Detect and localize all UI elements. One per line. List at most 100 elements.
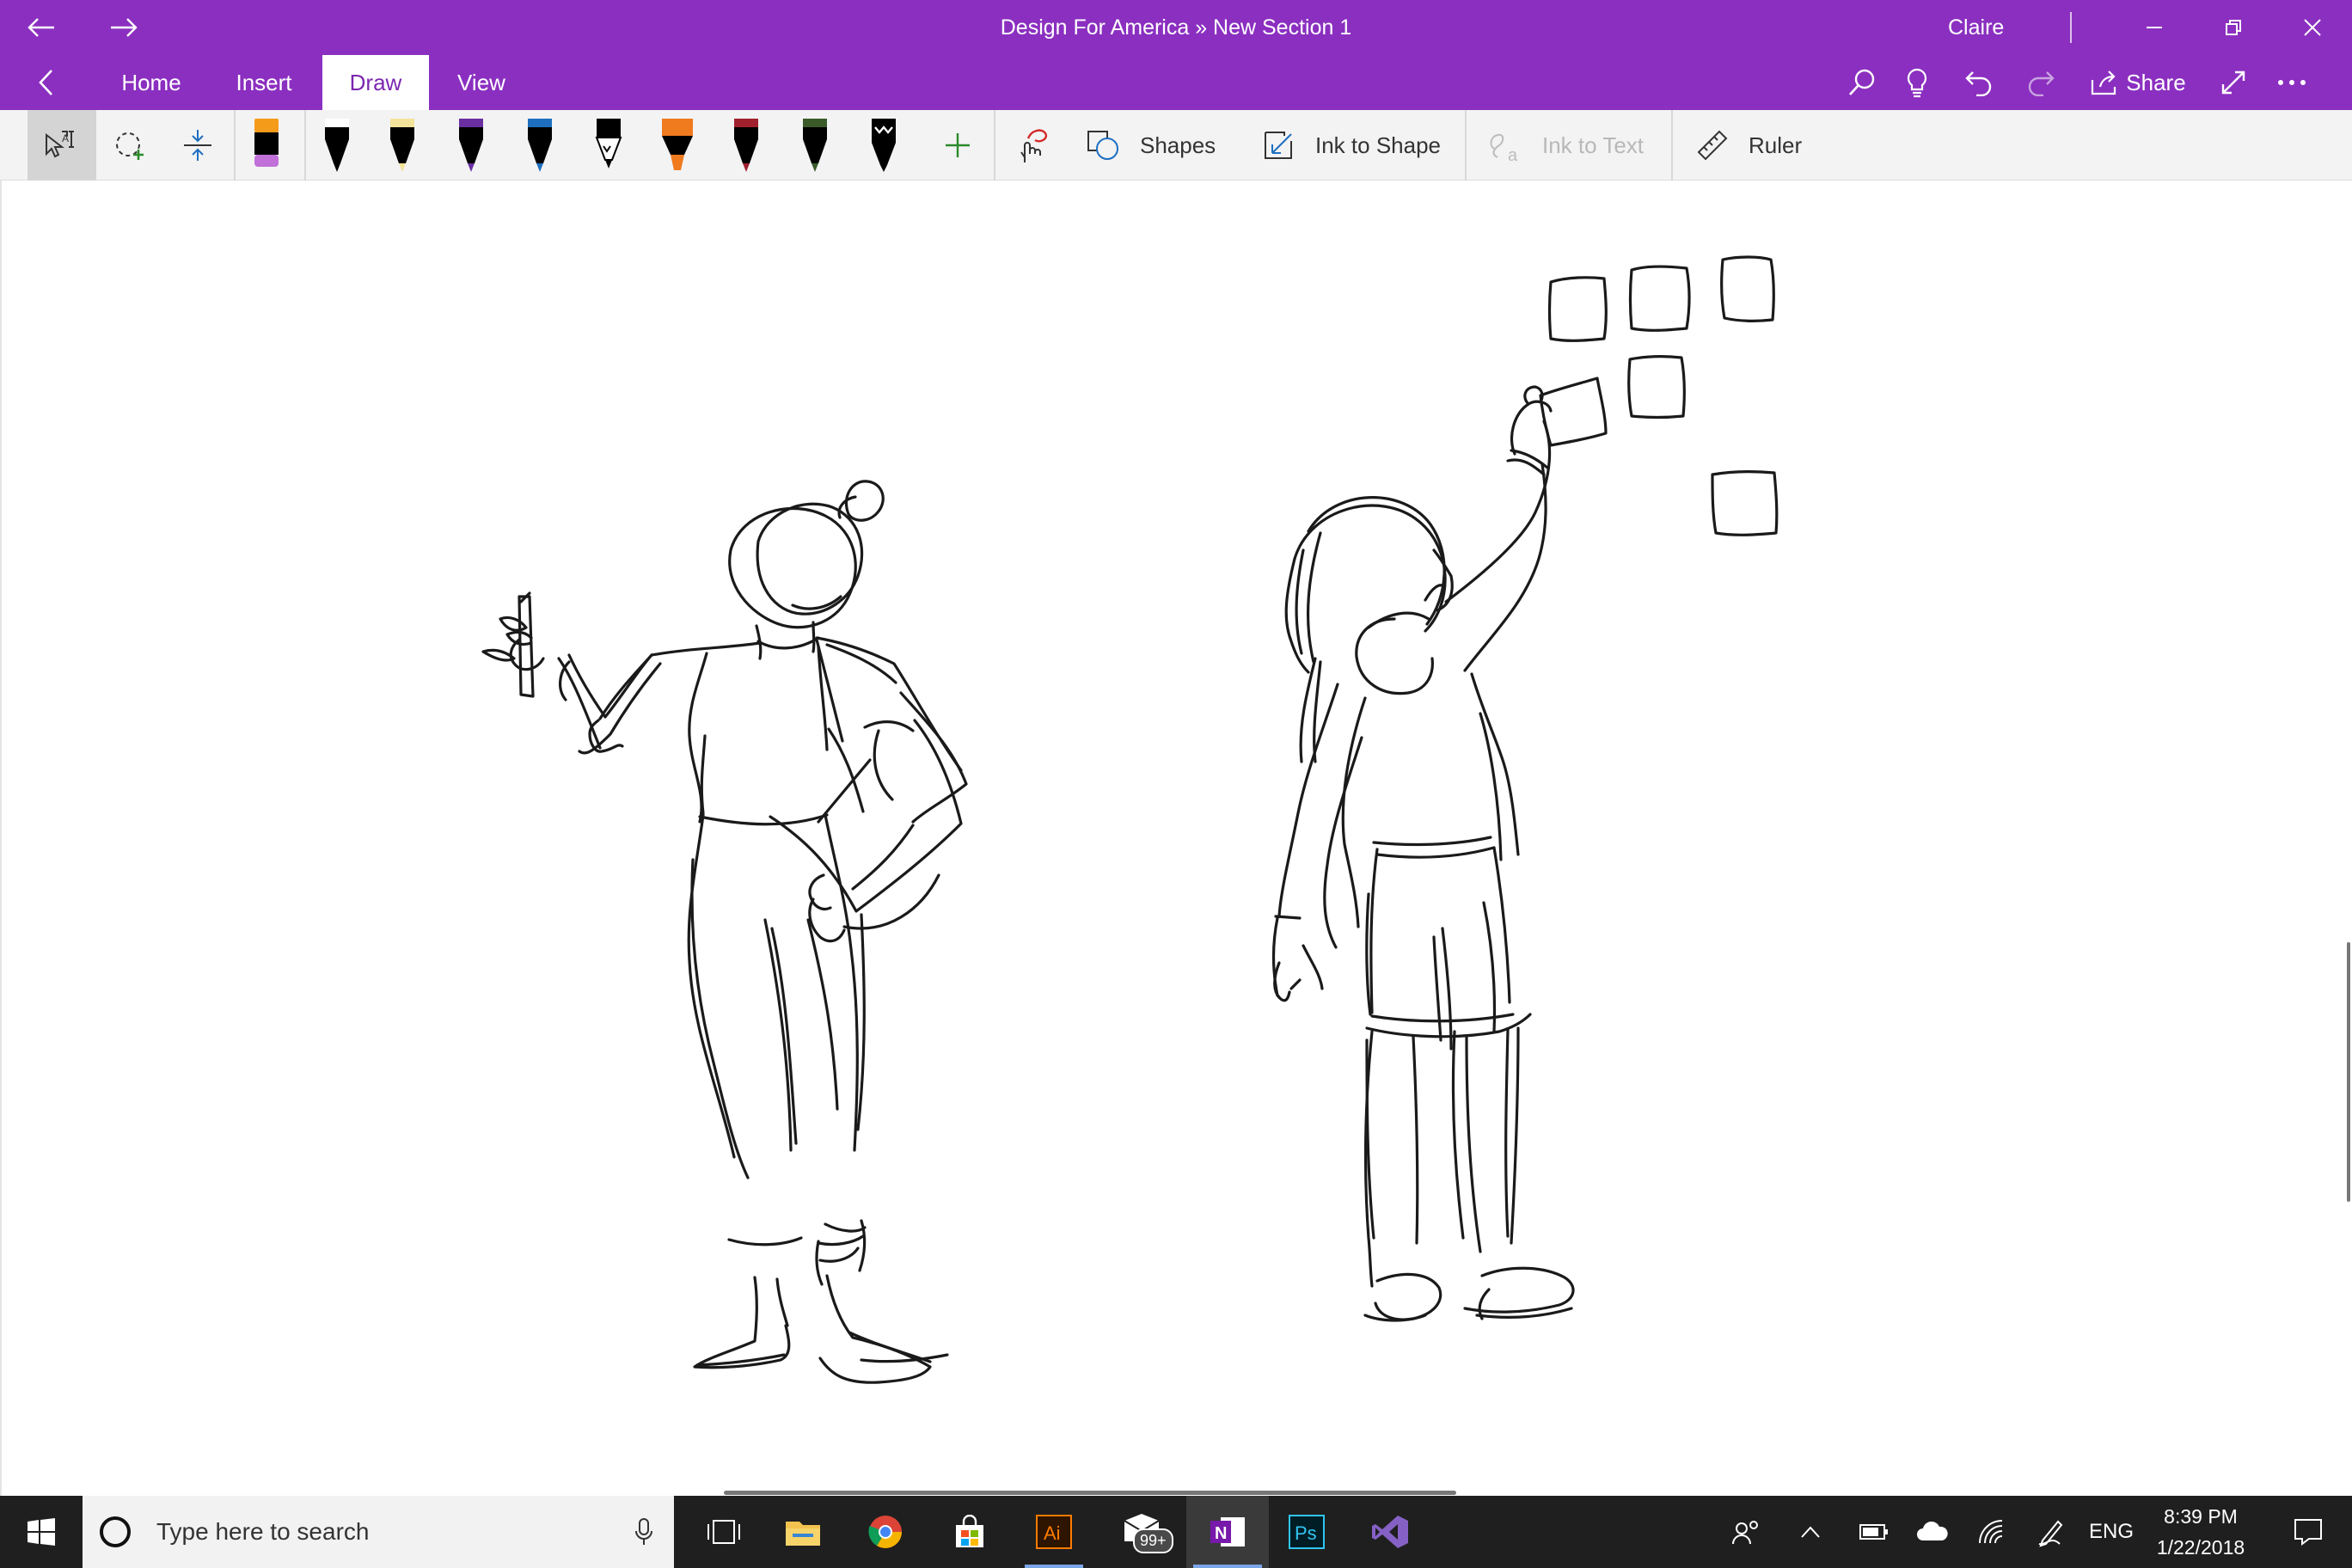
search-button[interactable] bbox=[1836, 55, 1888, 110]
pen-icon bbox=[2038, 1520, 2063, 1547]
tab-view[interactable]: View bbox=[438, 55, 524, 110]
cursor-text-icon: A bbox=[46, 131, 74, 158]
full-screen-button[interactable] bbox=[2208, 55, 2259, 110]
chrome-icon bbox=[868, 1516, 902, 1548]
blue-pen-tool[interactable] bbox=[512, 110, 567, 181]
green-pen-tool[interactable] bbox=[787, 110, 842, 181]
task-view-button[interactable] bbox=[688, 1496, 760, 1568]
wifi-button[interactable] bbox=[1969, 1496, 2017, 1568]
green-pen-icon bbox=[803, 119, 827, 172]
illustrator-app[interactable]: Ai bbox=[1018, 1496, 1090, 1568]
windows-ink-button[interactable] bbox=[2027, 1496, 2075, 1568]
clock-time: 8:39 PM bbox=[2164, 1505, 2238, 1528]
tab-draw[interactable]: Draw bbox=[322, 55, 429, 110]
lasso-select-tool[interactable] bbox=[103, 110, 158, 181]
share-button[interactable]: Share bbox=[2084, 55, 2192, 110]
ink-to-shape-icon bbox=[1265, 132, 1292, 159]
toolbar-separator bbox=[1671, 110, 1673, 181]
user-account-name[interactable]: Claire bbox=[1948, 0, 2004, 55]
black-pen-tool[interactable] bbox=[309, 110, 364, 181]
wifi-icon bbox=[1979, 1520, 2003, 1544]
minimize-icon bbox=[2147, 27, 2162, 28]
chevron-up-icon bbox=[1801, 1526, 1820, 1538]
purple-pen-icon bbox=[459, 119, 483, 172]
purple-pen-tool[interactable] bbox=[444, 110, 499, 181]
toolbar-separator bbox=[1465, 110, 1467, 181]
back-arrow-button[interactable] bbox=[0, 0, 83, 55]
restore-icon bbox=[2226, 20, 2241, 35]
tell-me-button[interactable] bbox=[1891, 55, 1943, 110]
svg-text:N: N bbox=[1215, 1524, 1227, 1543]
shapes-button[interactable]: Shapes bbox=[1085, 110, 1222, 181]
ruler-label: Ruler bbox=[1749, 132, 1803, 158]
orange-highlighter-tool[interactable] bbox=[650, 110, 705, 181]
running-indicator bbox=[1025, 1565, 1083, 1568]
ruler-button[interactable]: Ruler bbox=[1695, 110, 1816, 181]
onenote-icon: N bbox=[1210, 1517, 1245, 1547]
windows-taskbar: Type here to search Ai 99+ N Ps ENG 8:39… bbox=[0, 1496, 2352, 1568]
red-pen-tool[interactable] bbox=[719, 110, 774, 181]
yellow-pen-tool[interactable] bbox=[375, 110, 430, 181]
forward-arrow-button[interactable] bbox=[83, 0, 165, 55]
share-icon bbox=[2092, 70, 2116, 95]
svg-text:Ps: Ps bbox=[1295, 1522, 1317, 1544]
start-button[interactable] bbox=[0, 1496, 83, 1568]
show-hidden-icons-button[interactable] bbox=[1792, 1496, 1829, 1568]
vertical-scrollbar[interactable] bbox=[2347, 942, 2350, 1202]
system-clock[interactable]: 8:39 PM 1/22/2018 bbox=[2141, 1496, 2261, 1568]
microphone-icon bbox=[635, 1518, 652, 1545]
mail-app[interactable]: 99+ bbox=[1102, 1496, 1185, 1568]
navigation-back-button[interactable] bbox=[22, 55, 70, 110]
add-pen-button[interactable] bbox=[932, 110, 983, 181]
black-pen-icon bbox=[325, 119, 349, 172]
onedrive-button[interactable] bbox=[1908, 1496, 1957, 1568]
microsoft-store-app[interactable] bbox=[934, 1496, 1006, 1568]
type-select-tool[interactable]: A bbox=[28, 110, 96, 181]
photoshop-icon: Ps bbox=[1289, 1515, 1325, 1549]
ink-to-shape-button[interactable]: Ink to Shape bbox=[1262, 110, 1453, 181]
visual-studio-app[interactable] bbox=[1355, 1496, 1427, 1568]
highlighter-pen-tool[interactable] bbox=[239, 110, 294, 181]
people-button[interactable] bbox=[1719, 1496, 1774, 1568]
sketch-sticky-notes bbox=[1539, 255, 1779, 536]
shapes-label: Shapes bbox=[1140, 132, 1216, 158]
ink-drawing[interactable] bbox=[2, 181, 2352, 1496]
notifications-icon bbox=[2294, 1519, 2322, 1546]
galaxy-pen-tool[interactable] bbox=[856, 110, 911, 181]
search-icon bbox=[1849, 69, 1875, 95]
action-center-button[interactable] bbox=[2269, 1496, 2347, 1568]
cortana-icon bbox=[100, 1516, 131, 1547]
tab-insert[interactable]: Insert bbox=[215, 55, 313, 110]
redo-icon bbox=[2028, 71, 2055, 96]
insert-space-icon bbox=[184, 130, 211, 161]
title-divider bbox=[2070, 12, 2072, 43]
lightbulb-icon bbox=[1907, 68, 1927, 98]
sketch-figure-left bbox=[481, 480, 968, 1384]
back-arrow-icon bbox=[28, 18, 54, 37]
input-language-button[interactable]: ENG bbox=[2084, 1496, 2139, 1568]
chrome-app[interactable] bbox=[849, 1496, 922, 1568]
language-indicator: ENG bbox=[2088, 1520, 2134, 1543]
undo-button[interactable] bbox=[1953, 55, 2005, 110]
windows-logo-icon bbox=[28, 1518, 55, 1546]
ink-to-text-icon: a bbox=[1490, 133, 1518, 164]
onenote-app[interactable]: N bbox=[1186, 1496, 1269, 1568]
photoshop-app[interactable]: Ps bbox=[1271, 1496, 1343, 1568]
battery-button[interactable] bbox=[1852, 1496, 1896, 1568]
horizontal-scrollbar[interactable] bbox=[724, 1491, 1456, 1495]
page-canvas[interactable] bbox=[0, 181, 2352, 1496]
redo-button[interactable] bbox=[2015, 55, 2067, 110]
restore-button[interactable] bbox=[2194, 0, 2273, 55]
ink-to-text-label: Ink to Text bbox=[1542, 132, 1645, 158]
add-space-tool[interactable] bbox=[170, 110, 225, 181]
file-explorer-app[interactable] bbox=[767, 1496, 839, 1568]
tab-home[interactable]: Home bbox=[103, 55, 199, 110]
lasso-icon bbox=[116, 132, 144, 160]
draw-with-touch-toggle[interactable] bbox=[1006, 110, 1061, 181]
pencil-tool[interactable] bbox=[581, 110, 636, 181]
more-options-button[interactable] bbox=[2266, 55, 2318, 110]
minimize-button[interactable] bbox=[2115, 0, 2194, 55]
store-bag-icon bbox=[956, 1515, 983, 1547]
close-button[interactable] bbox=[2273, 0, 2352, 55]
taskbar-search[interactable]: Type here to search bbox=[83, 1496, 674, 1568]
